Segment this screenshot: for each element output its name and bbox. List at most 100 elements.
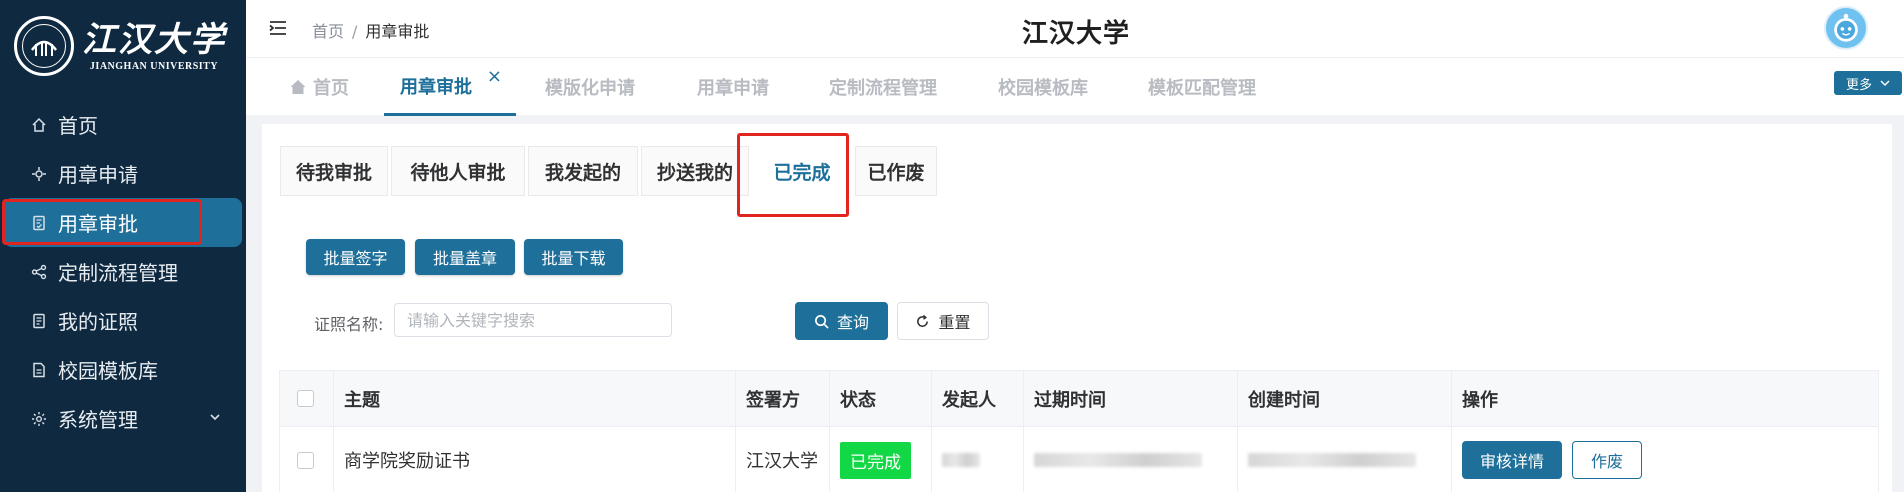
cell-actions: 审核详情 作废 [1452,427,1880,492]
batch-stamp-button[interactable]: 批量盖章 [415,239,515,275]
certificate-name-input[interactable] [394,303,672,337]
tab-home[interactable]: 首页 [289,58,379,116]
column-header-signer: 签署方 [736,371,830,426]
top-header: 首页 / 用章审批 江汉大学 [246,0,1904,57]
tab-label: 待他人审批 [410,161,506,184]
breadcrumb-separator: / [352,22,358,41]
tab-completed[interactable]: 已完成 [752,146,852,196]
status-badge: 已完成 [840,441,911,479]
review-details-button[interactable]: 审核详情 [1462,441,1562,479]
approval-table: 主题 签署方 状态 发起人 过期时间 创建时间 操作 商学院奖励证书 江汉大学 … [279,370,1879,492]
select-all-checkbox[interactable] [297,390,314,407]
tab-label: 模版化申请 [545,78,635,99]
column-header-created-time: 创建时间 [1238,371,1452,426]
breadcrumb-current: 用章审批 [365,22,430,41]
search-label: 查询 [836,313,869,332]
gear-icon [30,410,48,428]
column-header-status: 状态 [830,371,932,426]
tab-template-apply[interactable]: 模版化申请 [545,58,635,116]
document-check-icon [30,214,48,232]
reset-label: 重置 [938,313,971,332]
tab-pending-others-approval[interactable]: 待他人审批 [391,146,525,196]
table-row: 商学院奖励证书 江汉大学 已完成 审核详情 作废 [280,427,1878,492]
tab-stamp-apply[interactable]: 用章申请 [697,58,769,116]
home-icon [30,116,48,134]
tab-label: 待我审批 [295,161,372,184]
sidebar-item-flow-management[interactable]: 定制流程管理 [0,247,246,296]
more-tabs-button[interactable]: 更多 [1834,71,1902,95]
sidebar-item-label: 我的证照 [58,310,138,334]
menu-toggle-icon[interactable] [268,18,288,38]
tab-flow-management[interactable]: 定制流程管理 [829,58,937,116]
tab-voided[interactable]: 已作废 [855,146,937,196]
university-logo[interactable]: 江汉大学 JIANGHAN UNIVERSITY [14,16,226,76]
column-header-initiator: 发起人 [932,371,1024,426]
reset-button[interactable]: 重置 [897,302,989,340]
tab-label: 首页 [313,78,349,99]
logo-title: 江汉大学 [82,20,226,60]
page-title: 江汉大学 [1022,19,1131,49]
home-icon [290,80,306,94]
void-button[interactable]: 作废 [1572,441,1642,479]
certificate-icon [30,312,48,330]
university-seal-icon [14,16,74,76]
more-label: 更多 [1845,77,1872,93]
close-icon[interactable]: × [487,66,502,87]
row-select-cell [280,427,334,492]
sidebar-item-my-certificates[interactable]: 我的证照 [0,296,246,345]
column-header-actions: 操作 [1462,389,1498,411]
sidebar-item-label: 定制流程管理 [58,261,178,285]
chevron-down-icon[interactable] [208,410,222,424]
search-button[interactable]: 查询 [795,302,888,340]
tab-cc-to-me[interactable]: 抄送我的 [641,146,749,196]
tags-view-bar: 首页 用章审批 × 模版化申请 用章申请 定制流程管理 校园模板库 模板匹配管理 [246,57,1904,116]
avatar[interactable] [1824,6,1868,50]
tab-label: 模板匹配管理 [1148,78,1256,99]
sidebar-item-label: 系统管理 [58,408,138,432]
sidebar-item-template-library[interactable]: 校园模板库 [0,345,246,394]
sidebar-item-stamp-approval[interactable]: 用章审批 [4,198,242,247]
batch-sign-button[interactable]: 批量签字 [306,239,405,275]
batch-download-button[interactable]: 批量下载 [524,239,623,275]
flow-icon [30,263,48,281]
tab-label: 已完成 [773,161,831,184]
cell-created-time-redacted [1238,427,1452,492]
logo-subtitle: JIANGHAN UNIVERSITY [89,61,219,72]
breadcrumb: 首页 / 用章审批 [312,18,429,42]
tab-label: 已作废 [867,161,925,184]
column-header-subject: 主题 [334,371,736,426]
redacted-text [1034,453,1202,467]
table-header: 主题 签署方 状态 发起人 过期时间 创建时间 操作 [280,371,1878,427]
tab-label: 校园模板库 [998,78,1088,99]
sidebar-item-home[interactable]: 首页 [0,100,246,149]
redacted-text [942,453,980,467]
tab-label: 用章审批 [400,76,472,98]
tab-label: 抄送我的 [656,161,733,184]
stamp-icon [30,165,48,183]
robot-avatar-icon [1834,13,1858,42]
certificate-name-label: 证照名称: [314,315,384,334]
cell-subject: 商学院奖励证书 [334,427,736,492]
sidebar-item-label: 首页 [58,114,98,138]
column-header-expiry-time: 过期时间 [1024,371,1238,426]
tab-template-matching[interactable]: 模板匹配管理 [1148,58,1256,116]
tab-initiated-by-me[interactable]: 我发起的 [528,146,638,196]
sidebar-item-label: 用章申请 [58,163,138,187]
sidebar-item-label: 校园模板库 [58,359,158,383]
redacted-text [1248,453,1416,467]
cell-status: 已完成 [830,427,932,492]
tab-pending-my-approval[interactable]: 待我审批 [280,146,388,196]
cell-initiator-redacted [932,427,1024,492]
sidebar-item-system-management[interactable]: 系统管理 [0,394,246,443]
refresh-icon [917,314,929,327]
tab-stamp-approval[interactable]: 用章审批 × [384,58,516,116]
sidebar: 江汉大学 JIANGHAN UNIVERSITY 首页 用章申请 用章审批 定制… [0,0,246,492]
tab-template-library[interactable]: 校园模板库 [998,58,1088,116]
row-checkbox[interactable] [297,451,314,469]
select-all-cell [280,371,334,426]
chevron-down-icon [1880,80,1890,87]
sidebar-item-stamp-apply[interactable]: 用章申请 [0,149,246,198]
tab-label: 定制流程管理 [829,78,937,99]
cell-expiry-time-redacted [1024,427,1238,492]
breadcrumb-home[interactable]: 首页 [312,22,344,41]
